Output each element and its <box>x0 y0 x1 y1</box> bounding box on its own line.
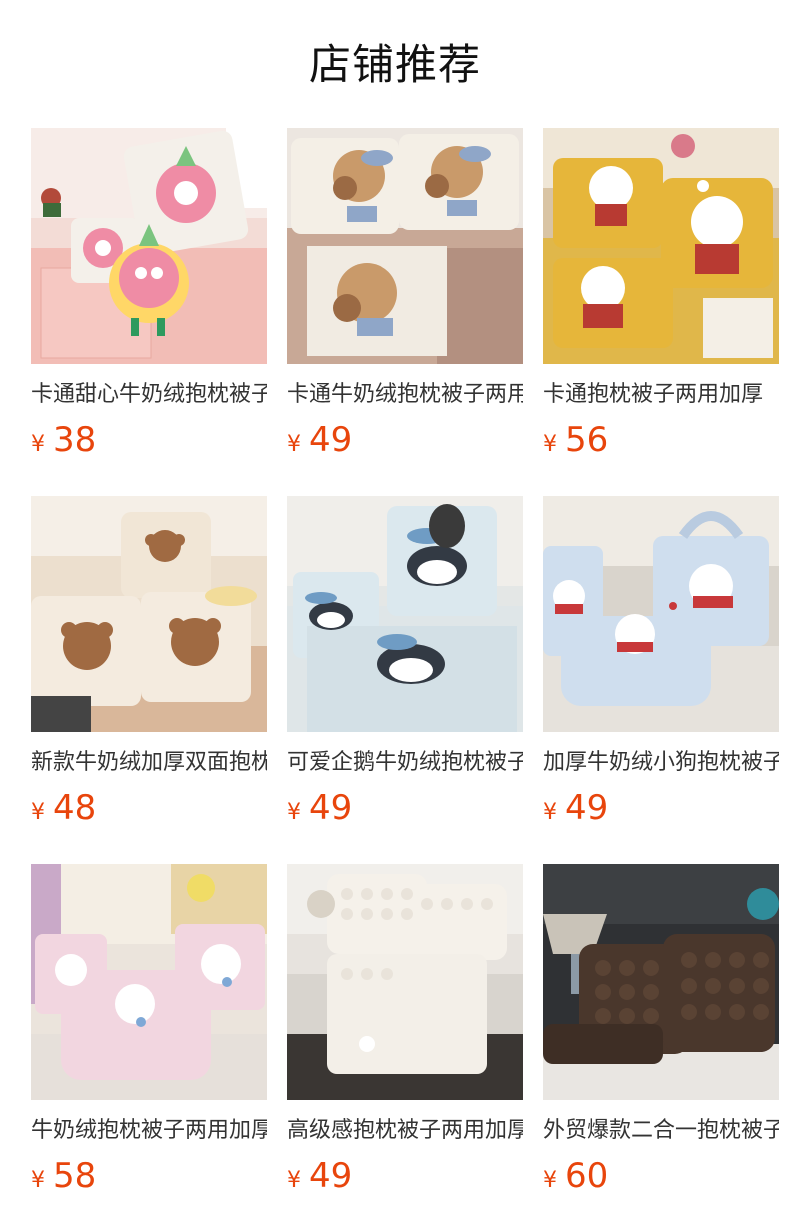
price-amount: 49 <box>309 1156 353 1196</box>
product-card[interactable]: 可爱企鹅牛奶绒抱枕被子 ¥49 <box>287 496 523 864</box>
product-price: ¥38 <box>31 418 267 462</box>
currency-symbol: ¥ <box>31 1168 45 1193</box>
product-card[interactable]: 外贸爆款二合一抱枕被子 ¥60 <box>543 864 779 1232</box>
blue-dot-puppy-pillow-image <box>543 496 779 732</box>
bear-pillow-blanket-image <box>287 128 523 364</box>
product-title[interactable]: 卡通甜心牛奶绒抱枕被子两用 <box>31 380 267 410</box>
currency-symbol: ¥ <box>543 432 557 457</box>
product-image[interactable] <box>287 496 523 732</box>
pink-donut-monster-pillow-image <box>31 128 267 364</box>
product-image[interactable] <box>31 864 267 1100</box>
price-amount: 49 <box>565 788 609 828</box>
product-image[interactable] <box>287 128 523 364</box>
product-price: ¥56 <box>543 418 779 462</box>
product-price: ¥49 <box>287 418 523 462</box>
product-image[interactable] <box>543 496 779 732</box>
currency-symbol: ¥ <box>31 800 45 825</box>
currency-symbol: ¥ <box>287 432 301 457</box>
brown-bear-pillow-image <box>31 496 267 732</box>
product-card[interactable]: 卡通甜心牛奶绒抱枕被子两用 ¥38 <box>31 128 267 496</box>
cream-bubble-pillow-image <box>287 864 523 1100</box>
product-price: ¥49 <box>543 786 779 830</box>
price-amount: 38 <box>53 420 97 460</box>
yellow-dog-pillow-image <box>543 128 779 364</box>
product-image[interactable] <box>287 864 523 1100</box>
product-price: ¥49 <box>287 1154 523 1198</box>
product-grid: 卡通甜心牛奶绒抱枕被子两用 ¥38 <box>31 128 779 1232</box>
product-card[interactable]: 高级感抱枕被子两用加厚 ¥49 <box>287 864 523 1232</box>
currency-symbol: ¥ <box>287 1168 301 1193</box>
price-amount: 49 <box>309 788 353 828</box>
product-image[interactable] <box>31 128 267 364</box>
product-price: ¥48 <box>31 786 267 830</box>
product-card[interactable]: 卡通抱枕被子两用加厚 ¥56 <box>543 128 779 496</box>
product-price: ¥60 <box>543 1154 779 1198</box>
product-card[interactable]: 牛奶绒抱枕被子两用加厚 ¥58 <box>31 864 267 1232</box>
price-amount: 48 <box>53 788 97 828</box>
price-amount: 56 <box>565 420 609 460</box>
product-price: ¥49 <box>287 786 523 830</box>
product-image[interactable] <box>543 128 779 364</box>
section-title: 店铺推荐 <box>308 40 481 89</box>
product-title[interactable]: 新款牛奶绒加厚双面抱枕被 <box>31 748 267 778</box>
product-card[interactable]: 卡通牛奶绒抱枕被子两用加厚 ¥49 <box>287 128 523 496</box>
product-title[interactable]: 外贸爆款二合一抱枕被子 <box>543 1116 779 1146</box>
currency-symbol: ¥ <box>543 800 557 825</box>
product-image[interactable] <box>543 864 779 1100</box>
price-amount: 49 <box>309 420 353 460</box>
currency-symbol: ¥ <box>543 1168 557 1193</box>
product-price: ¥58 <box>31 1154 267 1198</box>
currency-symbol: ¥ <box>287 800 301 825</box>
section-header: 店铺推荐 <box>0 30 790 100</box>
product-title[interactable]: 加厚牛奶绒小狗抱枕被子 <box>543 748 779 778</box>
product-title[interactable]: 卡通牛奶绒抱枕被子两用加厚 <box>287 380 523 410</box>
penguin-pillow-image <box>287 496 523 732</box>
brown-bubble-pillow-image <box>543 864 779 1100</box>
product-title[interactable]: 可爱企鹅牛奶绒抱枕被子 <box>287 748 523 778</box>
product-title[interactable]: 高级感抱枕被子两用加厚 <box>287 1116 523 1146</box>
price-amount: 58 <box>53 1156 97 1196</box>
product-image[interactable] <box>31 496 267 732</box>
product-title[interactable]: 卡通抱枕被子两用加厚 <box>543 380 779 410</box>
currency-symbol: ¥ <box>31 432 45 457</box>
pink-dot-puppy-pillow-image <box>31 864 267 1100</box>
product-card[interactable]: 加厚牛奶绒小狗抱枕被子 ¥49 <box>543 496 779 864</box>
product-title[interactable]: 牛奶绒抱枕被子两用加厚 <box>31 1116 267 1146</box>
product-card[interactable]: 新款牛奶绒加厚双面抱枕被 ¥48 <box>31 496 267 864</box>
price-amount: 60 <box>565 1156 609 1196</box>
